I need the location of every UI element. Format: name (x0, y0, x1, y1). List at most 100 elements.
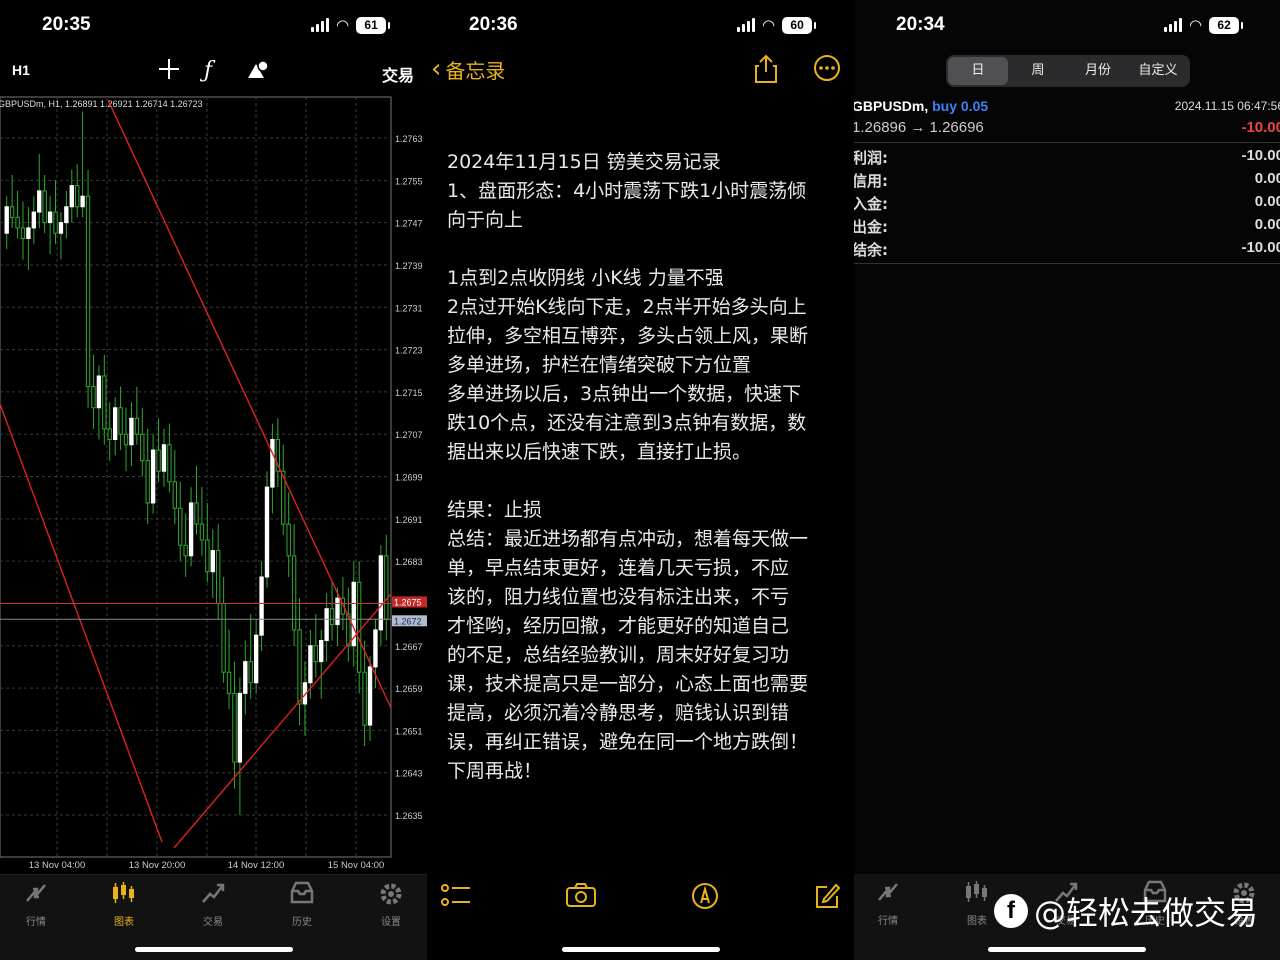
y-tick-label: 1.2691 (395, 515, 423, 525)
chevron-left-icon: ‹ (431, 54, 442, 84)
candle-bearish (194, 502, 199, 525)
more-options-icon[interactable] (813, 54, 841, 88)
back-button[interactable]: ‹ 备忘录 (431, 54, 505, 84)
x-tick-label: 15 Nov 04:00 (328, 860, 385, 871)
chart-icon (94, 881, 154, 911)
price-chart[interactable]: 1.2763 1.2755 1.2747 1.2739 1.2731 1.2723 1.27… (0, 94, 427, 874)
deal-profit: -10.00 (1241, 119, 1280, 136)
deal-prices: 1.26896 → 1.26696 (854, 119, 984, 136)
candle-bearish (384, 555, 389, 620)
shapes-icon[interactable] (246, 58, 270, 86)
candle-bullish (112, 407, 118, 440)
chart-title: GBPUSDm, H1, 1.26891 1.26921 1.26714 1.2… (0, 99, 203, 109)
tab-label: 行情 (26, 917, 46, 928)
tab-quotes[interactable]: 行情 (6, 881, 66, 928)
candle-bullish (308, 645, 313, 684)
wifi-icon: ◠ (1189, 16, 1203, 34)
back-label: 备忘录 (445, 58, 506, 83)
settings-icon (361, 881, 421, 911)
x-tick-label: 14 Nov 12:00 (228, 860, 285, 871)
tab-chart[interactable]: 图表 (94, 881, 154, 928)
y-tick-label: 1.2747 (395, 219, 423, 229)
quotes-icon (858, 880, 918, 910)
trade-button[interactable]: 交易 (382, 62, 414, 86)
y-tick-label: 1.2707 (395, 430, 423, 440)
function-icon[interactable]: ƒ (204, 58, 212, 83)
candle-bullish (373, 629, 378, 668)
tab-label: 设置 (381, 917, 401, 928)
segment-3[interactable]: 自定义 (1128, 57, 1188, 85)
x-tick-label: 13 Nov 04:00 (29, 860, 86, 871)
crosshair-icon[interactable] (158, 58, 180, 86)
candle-bearish (15, 216, 20, 229)
candle-bearish (178, 507, 183, 546)
candle-bearish (156, 449, 161, 472)
candle-bearish (118, 407, 123, 435)
y-tick-label: 1.2755 (395, 176, 423, 186)
deal-date: 2024.11.15 06:47:56 (1174, 99, 1280, 113)
candle-bearish (42, 190, 47, 224)
wifi-icon: ◠ (336, 16, 350, 34)
segment-2[interactable]: 月份 (1068, 57, 1128, 85)
cellular-signal-icon (311, 18, 329, 32)
note-content[interactable]: 2024年11月15日 镑美交易记录 1、盘面形态：4小时震荡下跌1小时震荡倾 向于… (447, 148, 839, 786)
deal-side: buy 0.05 (932, 98, 989, 114)
share-icon[interactable] (753, 54, 779, 90)
status-icons: ◠ 62 (1164, 16, 1244, 34)
candle-bearish (9, 206, 15, 218)
note-line: 误，再纠正错误，避免在同一个地方跌倒！ (447, 731, 809, 753)
summary-row: 利润: -10.00 (854, 147, 1280, 170)
candle-bullish (37, 190, 42, 213)
wifi-icon: ◠ (762, 16, 776, 34)
summary-row: 结余: -10.00 (854, 239, 1280, 262)
segment-0[interactable]: 日 (948, 57, 1008, 85)
y-tick-label: 1.2715 (395, 388, 423, 398)
note-line: 2点过开始K线向下走，2点半开始多头向上 (447, 296, 807, 318)
tab-trade[interactable]: 交易 (183, 881, 243, 928)
y-tick-label: 1.2643 (395, 769, 423, 779)
notes-nav-bar: ‹ 备忘录 (427, 54, 854, 90)
candle-bearish (199, 523, 205, 541)
tab-quotes[interactable]: 行情 (858, 880, 918, 927)
candle-bearish (102, 375, 107, 430)
watermark-text: @轻松去做交易 (1034, 894, 1259, 932)
chart-screen: 20:35 ◠ 61 H1 ƒ 交易 1.2763 1.2755 1.2747 1.2… (0, 0, 427, 960)
history-icon (272, 881, 332, 911)
watermark: f @轻松去做交易 (994, 888, 1258, 934)
home-indicator (134, 947, 293, 952)
candle-bearish (167, 444, 172, 483)
note-line: 才怪哟，经历回撤，才能更好的知道自己 (447, 615, 790, 637)
candle-bullish (237, 692, 243, 763)
bid-price-label: 1.2675 (394, 597, 422, 607)
status-time: 20:35 (42, 14, 91, 35)
tab-settings[interactable]: 设置 (361, 881, 421, 928)
candle-bullish (26, 227, 31, 239)
candle-bearish (221, 602, 226, 673)
deal-symbol: GBPUSDm, buy 0.05 (854, 98, 988, 114)
candle-bullish (80, 195, 85, 208)
candle-bearish (362, 671, 367, 726)
checklist-icon[interactable] (441, 882, 471, 917)
deal-row[interactable]: GBPUSDm, buy 0.05 2024.11.15 06:47:56 1.… (854, 96, 1280, 140)
summary-value: 0.00 (1254, 193, 1280, 210)
candle-bullish (243, 661, 248, 694)
candle-bearish (123, 433, 129, 446)
markup-pen-icon[interactable] (691, 882, 719, 917)
candle-bullish (31, 211, 37, 229)
timeframe-button[interactable]: H1 (12, 62, 30, 78)
status-time: 20:36 (469, 14, 518, 35)
compose-icon[interactable] (813, 882, 841, 917)
y-tick-label: 1.2731 (395, 303, 423, 313)
note-line: 单，早点结束更好，连着几天亏损，不应 (447, 557, 790, 579)
camera-icon[interactable] (565, 882, 597, 915)
symbol-text: GBPUSDm, (854, 98, 929, 114)
social-logo-icon: f (994, 894, 1028, 928)
candle-bearish (172, 481, 177, 509)
cellular-signal-icon (1164, 18, 1182, 32)
tab-history[interactable]: 历史 (272, 881, 332, 928)
candle-bearish (183, 544, 188, 557)
candle-bearish (20, 227, 26, 239)
status-time: 20:34 (896, 14, 945, 35)
battery-icon: 62 (1209, 16, 1244, 34)
segment-1[interactable]: 周 (1008, 57, 1068, 85)
